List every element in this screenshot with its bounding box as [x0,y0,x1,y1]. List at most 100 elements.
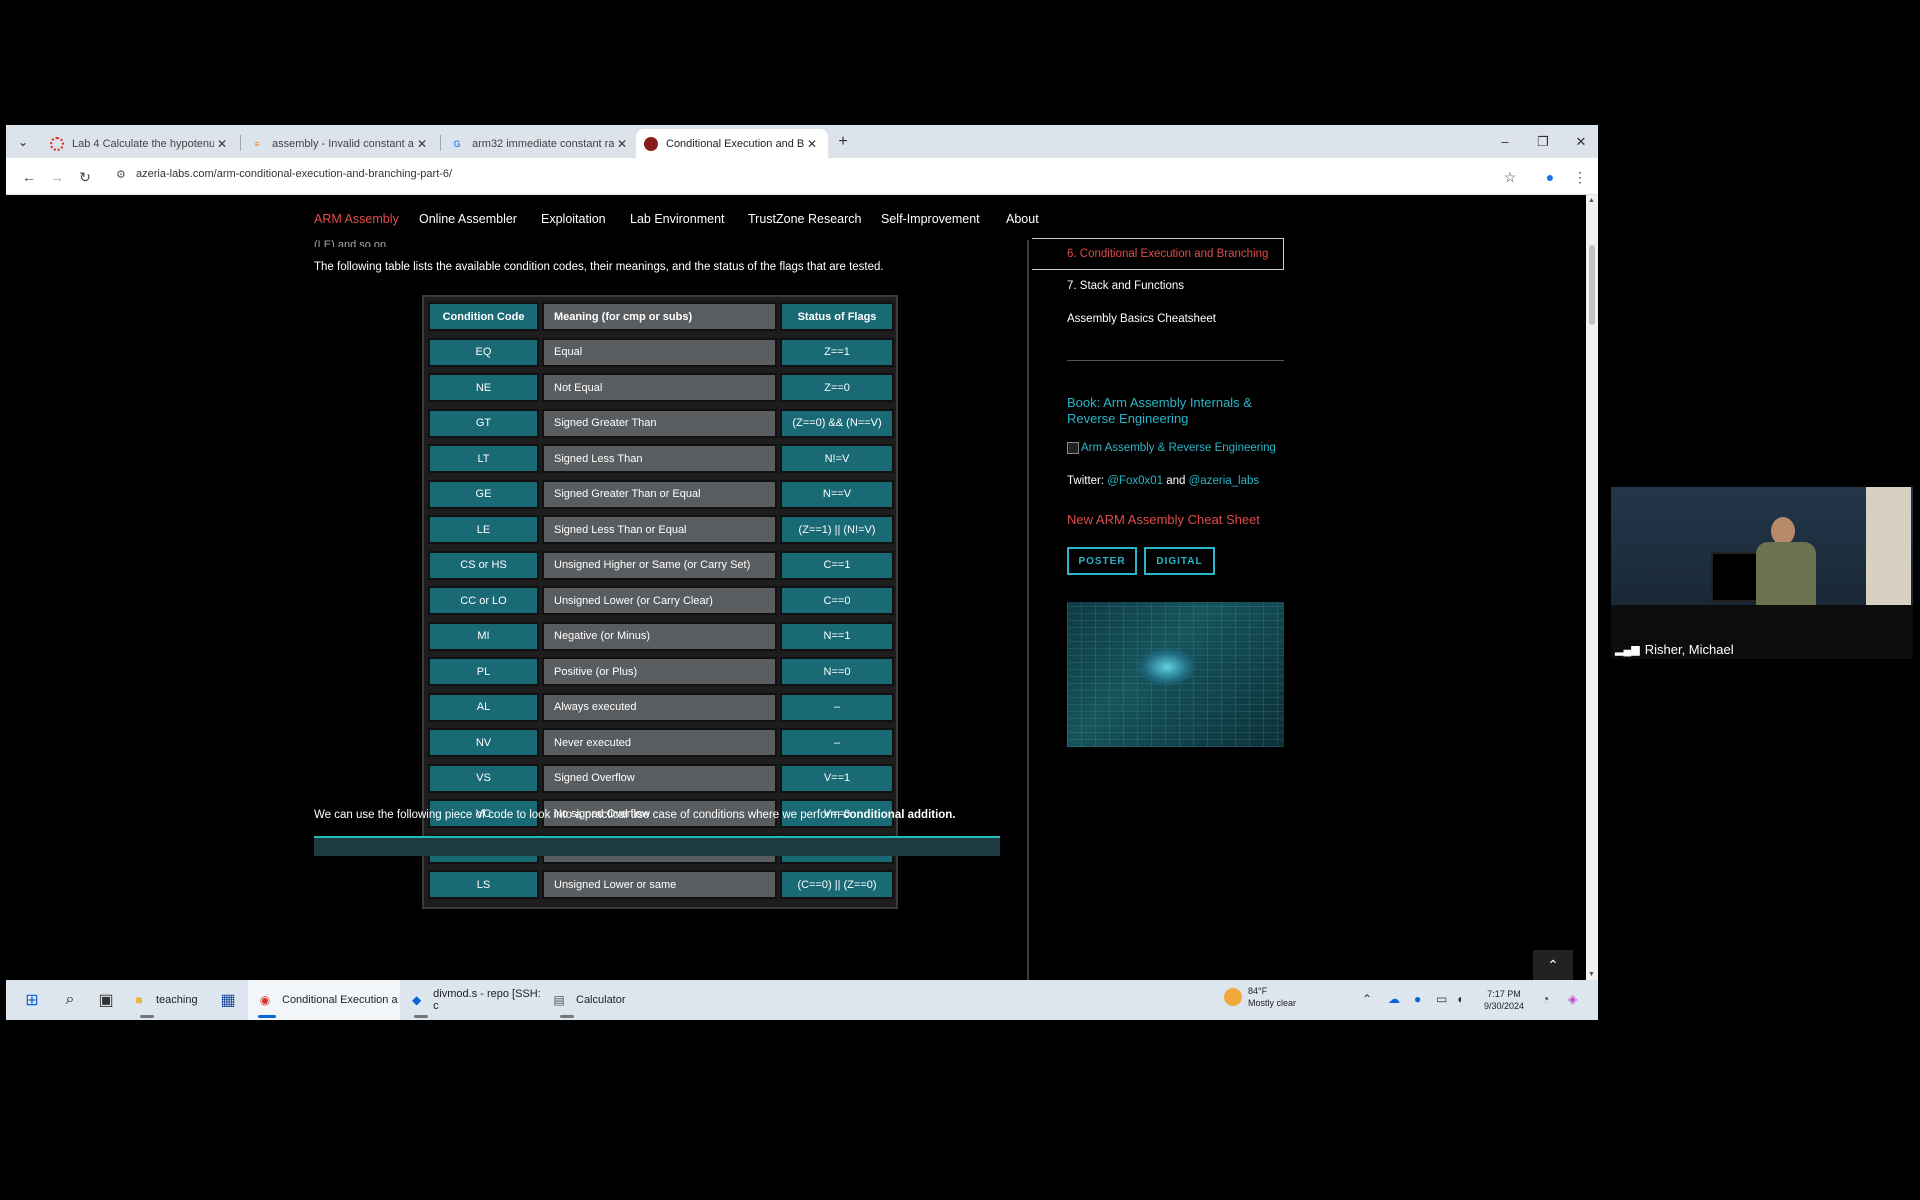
meaning-cell: Always executed [542,692,777,722]
vertical-scrollbar[interactable]: ▲ ▼ [1586,195,1598,980]
meaning-cell: Signed Less Than or Equal [542,515,777,544]
sidebar-active-label: 6. Conditional Execution and Branching [1067,248,1269,260]
flags-cell: Z==0 [780,373,894,402]
flags-cell: (Z==1) || (N!=V) [780,515,894,544]
signal-bars-icon: ▂▄▆ [1615,644,1640,656]
tab-search-chevron-icon[interactable]: ⌄ [12,131,34,153]
nav-about[interactable]: About [1006,212,1039,226]
person-head [1771,517,1795,545]
table-header-cell: Condition Code [428,302,539,331]
weather-temp: 84°F [1248,986,1268,996]
nav-self-improvement[interactable]: Self-Improvement [881,212,980,226]
scroll-down-icon[interactable]: ▼ [1588,971,1595,978]
scroll-to-top-icon[interactable]: ⌃ [1533,950,1573,980]
after-bold: conditional addition. [843,809,956,821]
taskbar-app-calculator[interactable]: ▤ Calculator [550,980,640,1020]
close-window-icon[interactable]: ✕ [1562,125,1600,158]
book-image-link[interactable]: Arm Assembly & Reverse Engineering [1067,442,1276,454]
sidebar-item-stack-functions[interactable]: 7. Stack and Functions [1067,280,1184,292]
participant-name: Risher, Michael [1644,642,1734,657]
tab-title: arm32 immediate constant ran [472,137,614,150]
tray-chevron-icon[interactable]: ⌃ [1362,992,1372,1006]
microphone-icon[interactable]: ● [1414,992,1421,1006]
close-icon[interactable]: ✕ [214,137,230,151]
condition-code-cell: CC or LO [428,586,539,615]
clock[interactable]: 7:17 PM 9/30/2024 [1484,988,1524,1012]
tab-lab4[interactable]: Lab 4 Calculate the hypotenuse ✕ [42,129,238,158]
book-title-link[interactable]: Book: Arm Assembly Internals & Reverse E… [1067,395,1284,427]
tab-google-search[interactable]: G arm32 immediate constant ran ✕ [442,129,638,158]
reload-icon[interactable]: ↻ [74,166,96,188]
close-icon[interactable]: ✕ [614,137,630,151]
tab-stackoverflow[interactable]: ≡ assembly - Invalid constant afte ✕ [242,129,438,158]
taskbar-app-vscode[interactable]: ◆ divmod.s - repo [SSH: c [404,980,544,1020]
new-tab-plus-icon[interactable]: + [832,131,854,153]
bookmark-star-icon[interactable]: ☆ [1499,166,1521,188]
flags-cell: N==0 [780,657,894,686]
address-bar: ← → ↻ ⚙ azeria-labs.com/arm-conditional-… [6,158,1598,195]
flags-cell: (C==0) || (Z==0) [780,870,894,899]
search-icon[interactable]: ⌕ [58,988,82,1012]
store-icon[interactable]: ▦ [216,988,240,1012]
nav-lab-environment[interactable]: Lab Environment [630,212,725,226]
condition-code-cell: MI [428,621,539,651]
weather-moon-icon [1224,988,1242,1006]
weather-widget[interactable]: 84°F Mostly clear [1224,985,1296,1009]
nav-exploitation[interactable]: Exploitation [541,212,606,226]
condition-code-cell: LS [428,870,539,899]
twitter-handle-fox[interactable]: @Fox0x01 [1107,475,1163,487]
meaning-cell: Never executed [542,728,777,757]
cheat-sheet-title[interactable]: New ARM Assembly Cheat Sheet [1067,512,1260,527]
poster-button[interactable]: POSTER [1067,547,1137,575]
flags-cell: V==1 [780,763,894,793]
twitter-line: Twitter: @Fox0x01 and @azeria_labs [1067,475,1259,487]
onedrive-icon[interactable]: ☁ [1388,992,1400,1006]
url-field[interactable]: azeria-labs.com/arm-conditional-executio… [136,168,452,180]
copilot-icon[interactable]: ◈ [1568,992,1577,1006]
close-icon[interactable]: ✕ [414,137,430,151]
scroll-up-icon[interactable]: ▲ [1588,197,1595,204]
folder-icon: ■ [135,993,143,1007]
task-view-icon[interactable]: ▣ [94,988,118,1012]
screen: ⌄ Lab 4 Calculate the hypotenuse ✕ ≡ ass… [0,0,1920,1200]
twitter-handle-azeria[interactable]: @azeria_labs [1189,475,1260,487]
taskbar-app-teaching[interactable]: ■ teaching [130,980,214,1020]
minimize-icon[interactable]: – [1486,125,1524,158]
forward-arrow-icon[interactable]: → [46,166,68,188]
meaning-cell: Signed Overflow [542,763,777,793]
taskbar-app-label: teaching [156,994,198,1006]
notification-icon[interactable]: ◔ [1542,992,1549,1006]
taskbar-app-chrome[interactable]: ◉ Conditional Execution a [248,980,400,1020]
nav-trustzone-research[interactable]: TrustZone Research [748,212,861,226]
after-text: We can use the following piece of code t… [314,809,844,821]
digital-button[interactable]: DIGITAL [1144,547,1215,575]
volume-icon[interactable]: ◖ [1456,992,1463,1006]
nav-arm-assembly[interactable]: ARM Assembly [314,212,399,226]
sidebar-hr [1067,360,1284,361]
meaning-cell: Positive (or Plus) [542,657,777,686]
sidebar-item-cheatsheet[interactable]: Assembly Basics Cheatsheet [1067,313,1216,325]
close-icon[interactable]: ✕ [804,137,820,151]
menu-kebab-icon[interactable]: ⋮ [1569,166,1591,188]
tab-separator [440,135,441,151]
restore-icon[interactable]: ❐ [1524,125,1562,158]
site-info-icon[interactable]: ⚙ [116,168,126,181]
network-icon[interactable]: ▭ [1436,992,1447,1006]
tab-conditional-execution[interactable]: Conditional Execution and Bran ✕ [636,129,828,158]
tab-title: Lab 4 Calculate the hypotenuse [72,137,214,150]
meaning-cell: Unsigned Lower (or Carry Clear) [542,586,777,615]
windows-start-icon[interactable]: ⊞ [20,988,44,1012]
person-body [1756,542,1816,612]
back-arrow-icon[interactable]: ← [18,166,40,188]
profile-icon[interactable]: ● [1539,166,1561,188]
condition-code-cell: VS [428,763,539,793]
table-header-cell: Meaning (for cmp or subs) [542,302,777,331]
taskbar-app-label: divmod.s - repo [SSH: c [433,988,541,1012]
weather-text: 84°F Mostly clear [1248,985,1296,1009]
nav-online-assembler[interactable]: Online Assembler [419,212,517,226]
cheat-sheet-poster-image[interactable] [1067,602,1284,747]
sidebar-item-active[interactable]: 6. Conditional Execution and Branching [1032,238,1284,270]
broken-image-icon [1067,442,1079,454]
meaning-cell: Unsigned Lower or same [542,870,777,899]
scrollbar-thumb[interactable] [1589,245,1595,325]
